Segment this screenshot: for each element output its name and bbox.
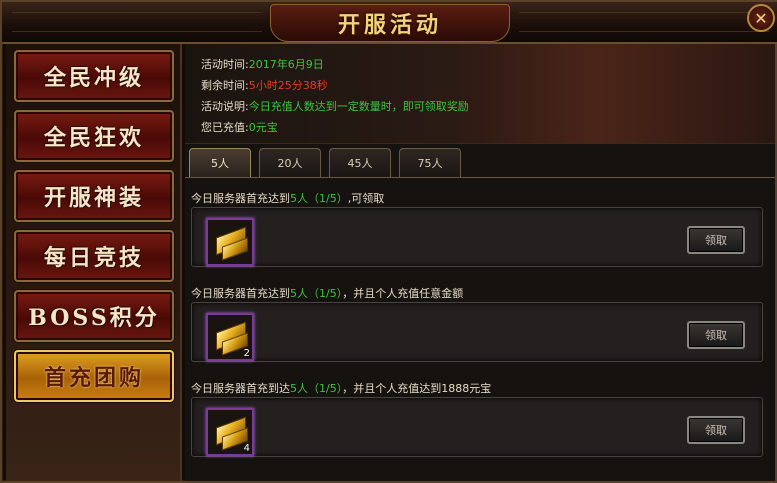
sidebar-item-first-recharge-group[interactable]: 首充团购 [14, 350, 174, 402]
item-count: 4 [243, 443, 250, 454]
remaining-time-label: 剩余时间: [201, 79, 249, 92]
reward-condition: 今日服务器首充到达5人（1/5），并且个人充值达到1888元宝 [191, 380, 491, 396]
recharged-row: 您已充值:0元宝 [201, 119, 278, 135]
title-plate: 开服活动 [270, 4, 510, 42]
reward-row: 4 领取 [191, 397, 763, 457]
title-ornament-left [12, 12, 262, 32]
tab-20[interactable]: 20人 [259, 148, 321, 177]
claim-button[interactable]: 领取 [687, 321, 745, 349]
sidebar-item-carnival[interactable]: 全民狂欢 [14, 110, 174, 162]
sidebar-item-label: 全民狂欢 [43, 125, 144, 151]
description-label: 活动说明: [201, 100, 249, 113]
tab-divider [185, 177, 775, 178]
main-panel: 活动时间:2017年6月9日 剩余时间:5小时25分38秒 活动说明:今日充值人… [185, 44, 775, 481]
window-title: 开服活动 [337, 12, 442, 38]
sidebar-item-label: 每日竞技 [43, 245, 144, 271]
activity-time-row: 活动时间:2017年6月9日 [201, 56, 324, 72]
reward-row: 2 领取 [191, 302, 763, 362]
reward-condition-suffix: ,可领取 [347, 192, 385, 205]
reward-condition-prefix: 今日服务器首充达到 [191, 287, 290, 300]
sidebar-item-label: BOSS积分 [28, 305, 160, 331]
tab-45[interactable]: 45人 [329, 148, 391, 177]
sidebar-item-daily-arena[interactable]: 每日竞技 [14, 230, 174, 282]
claim-button[interactable]: 领取 [687, 226, 745, 254]
gold-ingot-item[interactable] [206, 218, 254, 266]
reward-condition: 今日服务器首充达到5人（1/5），并且个人充值任意金额 [191, 285, 463, 301]
description-row: 活动说明:今日充值人数达到一定数量时，即可领取奖励 [201, 98, 469, 114]
item-count: 2 [243, 348, 250, 359]
remaining-time-value: 5小时25分38秒 [248, 79, 328, 92]
sidebar-item-label: 首充团购 [43, 365, 144, 391]
reward-condition-count: 5人（1/5） [290, 287, 343, 300]
reward-condition-suffix: ，并且个人充值任意金额 [342, 287, 464, 300]
reward-condition-count: 5人（1/5） [290, 192, 348, 205]
sidebar: 全民冲级 全民狂欢 开服神装 每日竞技 BOSS积分 首充团购 [6, 44, 182, 481]
activity-time-value: 2017年6月9日 [248, 58, 324, 71]
reward-condition-count: 5人（1/5） [290, 382, 343, 395]
reward-condition: 今日服务器首充达到5人（1/5）,可领取 [191, 190, 384, 206]
title-ornament-right [519, 12, 769, 32]
close-button[interactable]: ✕ [747, 4, 775, 32]
title-bar: 开服活动 ✕ [2, 2, 777, 44]
gold-ingot-item[interactable]: 2 [206, 313, 254, 361]
sidebar-item-boss-points[interactable]: BOSS积分 [14, 290, 174, 342]
sidebar-item-divine-gear[interactable]: 开服神装 [14, 170, 174, 222]
tab-5[interactable]: 5人 [189, 148, 251, 177]
gold-ingot-item[interactable]: 4 [206, 408, 254, 456]
event-window: 开服活动 ✕ 全民冲级 全民狂欢 开服神装 每日竞技 BOSS积分 首充团购 活… [0, 0, 777, 483]
description-value: 今日充值人数达到一定数量时，即可领取奖励 [248, 100, 469, 113]
claim-button[interactable]: 领取 [687, 416, 745, 444]
activity-time-label: 活动时间: [201, 58, 249, 71]
sidebar-item-label: 全民冲级 [43, 65, 144, 91]
activity-info: 活动时间:2017年6月9日 剩余时间:5小时25分38秒 活动说明:今日充值人… [185, 44, 775, 144]
reward-condition-suffix: ，并且个人充值达到1888元宝 [342, 382, 492, 395]
sidebar-item-label: 开服神装 [43, 185, 144, 211]
remaining-time-row: 剩余时间:5小时25分38秒 [201, 77, 328, 93]
reward-row: 领取 [191, 207, 763, 267]
sidebar-item-level-rush[interactable]: 全民冲级 [14, 50, 174, 102]
reward-condition-prefix: 今日服务器首充达到 [191, 192, 290, 205]
recharged-label: 您已充值: [201, 121, 249, 134]
close-icon: ✕ [754, 8, 768, 28]
recharged-value: 0元宝 [248, 121, 278, 134]
reward-condition-prefix: 今日服务器首充到达 [191, 382, 290, 395]
tab-75[interactable]: 75人 [399, 148, 461, 177]
